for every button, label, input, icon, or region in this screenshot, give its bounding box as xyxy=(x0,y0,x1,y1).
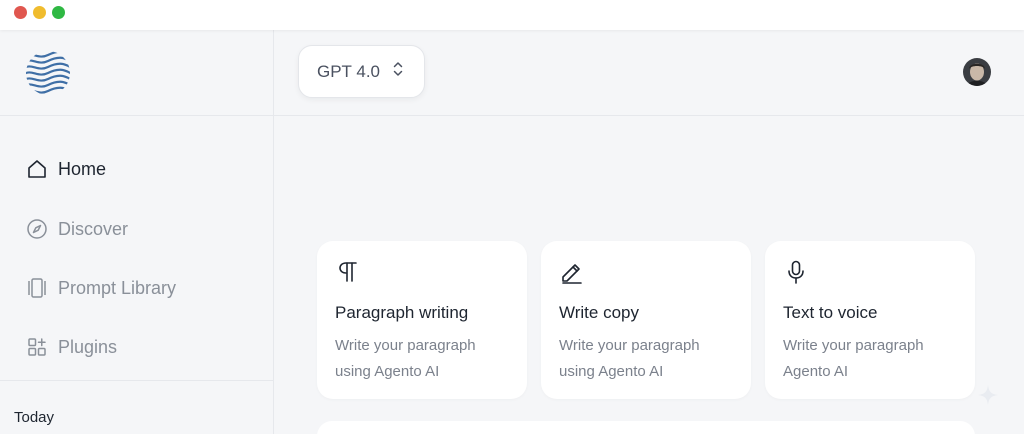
top-header: GPT 4.0 xyxy=(274,30,1024,116)
history-section-title: Today xyxy=(14,409,55,426)
model-selector[interactable]: GPT 4.0 xyxy=(298,45,425,98)
card-title: Text to voice xyxy=(783,303,878,322)
card-title: Write copy xyxy=(559,303,639,322)
sidebar-item-label: Home xyxy=(58,158,107,179)
sidebar-divider xyxy=(0,380,273,381)
compass-icon xyxy=(26,218,48,240)
sidebar-item-plugins[interactable]: Plugins xyxy=(26,334,117,360)
pilcrow-icon xyxy=(335,259,361,285)
prompt-input-area[interactable] xyxy=(317,421,975,434)
sidebar-item-discover[interactable]: Discover xyxy=(26,216,128,242)
card-write-copy[interactable]: Write copy Write your paragraph using Ag… xyxy=(541,241,751,399)
sidebar: Home Discover Prompt Library Plugins Tod… xyxy=(0,30,274,434)
card-description: Write your paragraph using Agento AI xyxy=(335,337,476,380)
pencil-icon xyxy=(559,259,585,285)
card-description: Write your paragraph using Agento AI xyxy=(559,337,700,380)
model-selector-label: GPT 4.0 xyxy=(317,61,380,81)
plugins-icon xyxy=(26,336,48,358)
home-icon xyxy=(26,158,48,180)
main-content: GPT 4.0 Paragraph writing Write your par… xyxy=(274,30,1024,434)
window-close-button[interactable] xyxy=(14,6,27,19)
sidebar-item-label: Prompt Library xyxy=(58,277,177,298)
sidebar-item-label: Discover xyxy=(58,218,129,239)
chevron-up-down-icon xyxy=(392,60,404,83)
sidebar-item-prompt-library[interactable]: Prompt Library xyxy=(26,275,176,301)
window-maximize-button[interactable] xyxy=(52,6,65,19)
microphone-icon xyxy=(783,259,809,285)
card-description: Write your paragraph Agento AI xyxy=(783,337,924,380)
wave-logo[interactable] xyxy=(24,50,72,96)
card-title: Paragraph writing xyxy=(335,303,469,322)
sidebar-item-home[interactable]: Home xyxy=(26,156,106,182)
window-titlebar xyxy=(0,0,1024,30)
card-paragraph-writing[interactable]: Paragraph writing Write your paragraph u… xyxy=(317,241,527,399)
sidebar-item-label: Plugins xyxy=(58,336,118,357)
card-text-to-voice[interactable]: Text to voice Write your paragraph Agent… xyxy=(765,241,975,399)
window-minimize-button[interactable] xyxy=(33,6,46,19)
sparkle-icon xyxy=(978,385,998,405)
user-avatar[interactable] xyxy=(963,58,991,86)
library-icon xyxy=(26,277,48,299)
sidebar-header xyxy=(0,30,273,116)
